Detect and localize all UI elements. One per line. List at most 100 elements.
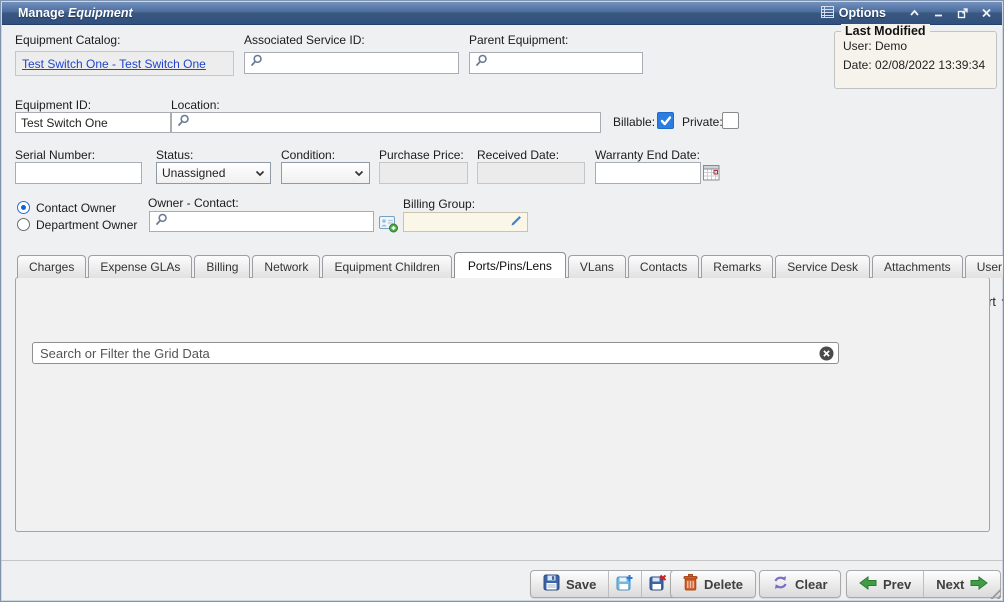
serial-number-label: Serial Number: (15, 148, 95, 162)
equipment-id-input[interactable] (15, 112, 171, 133)
associated-service-id-input[interactable] (244, 52, 459, 74)
grid-search-input[interactable] (32, 342, 839, 364)
edit-pencil-icon[interactable] (510, 214, 523, 230)
close-icon[interactable] (981, 8, 992, 18)
billable-checkbox[interactable] (657, 112, 674, 129)
tab-user-defined-fields[interactable]: User Defined Fields (965, 255, 1004, 278)
clear-label: Clear (795, 577, 828, 592)
magnifier-icon (177, 114, 190, 132)
parent-equipment-input[interactable] (469, 52, 643, 74)
save-button-group: Save (530, 570, 675, 598)
save-add-icon (616, 574, 634, 594)
options-button[interactable]: Options (821, 6, 886, 21)
save-remove-icon (649, 574, 667, 594)
billing-group-label: Billing Group: (403, 197, 475, 211)
options-label: Options (839, 6, 886, 20)
last-modified-box: Last Modified User: Demo Date: 02/08/202… (834, 31, 997, 89)
equipment-catalog-box: Test Switch One - Test Switch One (15, 51, 234, 76)
purchase-price-label: Purchase Price: (379, 148, 464, 162)
prev-button[interactable]: Prev (847, 571, 923, 597)
chevron-down-icon (255, 166, 265, 180)
status-value: Unassigned (162, 166, 225, 180)
status-select[interactable]: Unassigned (156, 162, 271, 184)
warranty-end-date-label: Warranty End Date: (595, 148, 700, 162)
magnifier-icon (475, 54, 488, 72)
department-owner-label: Department Owner (36, 218, 137, 232)
equipment-catalog-label: Equipment Catalog: (15, 33, 120, 47)
clear-button[interactable]: Clear (760, 571, 840, 597)
window-title: Manage Equipment (18, 6, 133, 20)
save-label: Save (566, 577, 596, 592)
location-input[interactable] (171, 112, 601, 133)
save-icon (543, 574, 560, 594)
prev-next-button-group: Prev Next (846, 570, 1001, 598)
prev-arrow-icon (859, 576, 877, 593)
options-grid-icon (821, 6, 834, 21)
add-contact-icon[interactable] (379, 216, 398, 238)
minimize-icon[interactable] (933, 8, 944, 18)
private-checkbox[interactable] (722, 112, 739, 129)
footer-divider (1, 560, 1003, 561)
condition-label: Condition: (281, 148, 335, 162)
equipment-id-label: Equipment ID: (15, 98, 91, 112)
clear-button-group: Clear (759, 570, 841, 598)
next-button[interactable]: Next (923, 571, 1000, 597)
received-date-input (477, 162, 585, 184)
title-bar: Manage Equipment Options (2, 2, 1002, 25)
prev-label: Prev (883, 577, 911, 592)
billing-group-input[interactable] (403, 212, 528, 232)
tab-service-desk[interactable]: Service Desk (775, 255, 870, 278)
tab-charges[interactable]: Charges (17, 255, 86, 278)
contact-owner-label: Contact Owner (36, 201, 116, 215)
tab-equipment-children[interactable]: Equipment Children (322, 255, 451, 278)
last-modified-legend: Last Modified (841, 24, 930, 38)
tab-panel (15, 277, 990, 532)
serial-number-input[interactable] (15, 162, 142, 184)
condition-select[interactable] (281, 162, 370, 184)
tab-remarks[interactable]: Remarks (701, 255, 773, 278)
next-arrow-icon (970, 576, 988, 593)
save-and-new-button[interactable] (608, 571, 641, 597)
window-title-prefix: Manage (18, 6, 65, 20)
tab-contacts[interactable]: Contacts (628, 255, 699, 278)
next-label: Next (936, 577, 964, 592)
last-modified-date: Date: 02/08/2022 13:39:34 (843, 58, 988, 72)
owner-contact-input[interactable] (149, 211, 374, 232)
delete-label: Delete (704, 577, 743, 592)
warranty-end-date-input[interactable] (595, 162, 701, 184)
tab-expense-glas[interactable]: Expense GLAs (88, 255, 192, 278)
magnifier-icon (250, 54, 263, 72)
chevron-down-icon (354, 166, 364, 180)
calendar-icon[interactable] (703, 164, 720, 186)
clear-search-icon[interactable] (819, 346, 834, 361)
window-title-emphasis: Equipment (68, 6, 133, 20)
private-label: Private: (682, 115, 723, 129)
purchase-price-input (379, 162, 468, 184)
tab-strip: ChargesExpense GLAsBillingNetworkEquipme… (17, 251, 1004, 278)
owner-contact-label: Owner - Contact: (148, 196, 239, 210)
magnifier-icon (155, 213, 168, 231)
delete-button[interactable]: Delete (671, 571, 755, 597)
collapse-icon[interactable] (909, 8, 920, 18)
contact-owner-radio[interactable] (17, 201, 30, 214)
tab-billing[interactable]: Billing (194, 255, 250, 278)
last-modified-user: User: Demo (843, 39, 988, 53)
save-button[interactable]: Save (531, 571, 608, 597)
parent-equipment-label: Parent Equipment: (469, 33, 568, 47)
equipment-catalog-link[interactable]: Test Switch One - Test Switch One (22, 57, 206, 71)
tab-vlans[interactable]: VLans (568, 255, 626, 278)
delete-button-group: Delete (670, 570, 756, 598)
status-label: Status: (156, 148, 193, 162)
department-owner-radio[interactable] (17, 218, 30, 231)
check-icon (660, 115, 672, 127)
tab-attachments[interactable]: Attachments (872, 255, 963, 278)
tab-ports-pins-lens[interactable]: Ports/Pins/Lens (454, 252, 566, 278)
popout-icon[interactable] (957, 8, 968, 19)
location-label: Location: (171, 98, 220, 112)
clear-refresh-icon (772, 575, 789, 593)
received-date-label: Received Date: (477, 148, 559, 162)
manage-equipment-window: Manage Equipment Options Equipment Catal… (0, 0, 1004, 602)
tab-network[interactable]: Network (252, 255, 320, 278)
billable-label: Billable: (613, 115, 655, 129)
associated-service-id-label: Associated Service ID: (244, 33, 365, 47)
